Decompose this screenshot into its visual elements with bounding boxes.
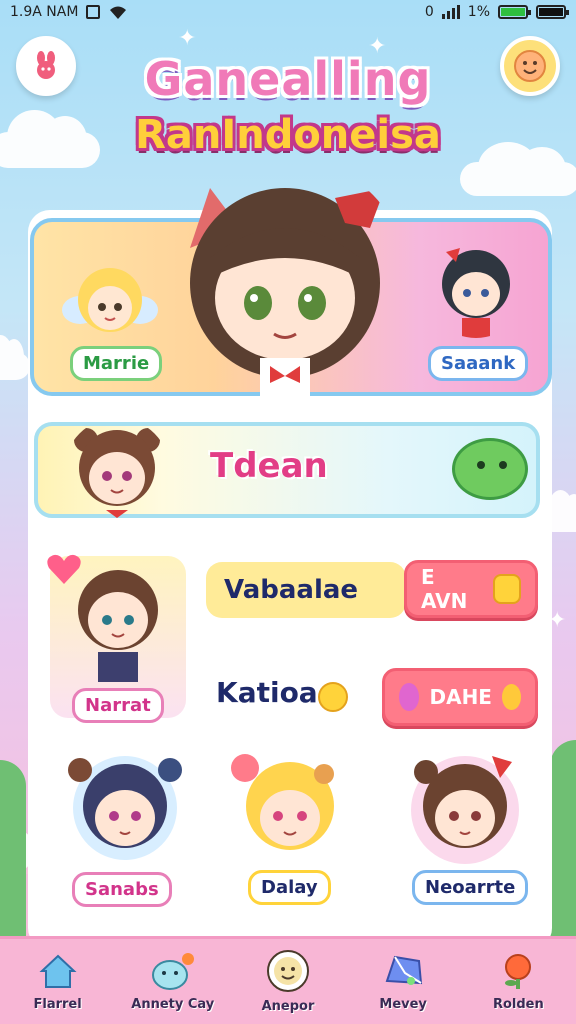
nav-label: Rolden [492, 997, 544, 1012]
home-icon [39, 954, 77, 988]
character-name-chip: Dalay [248, 870, 331, 905]
banner-title: Tdean [210, 446, 328, 486]
face-badge-icon [266, 950, 309, 992]
nav-item-pet[interactable]: Annety Cay [118, 951, 228, 1012]
main-character-avatar[interactable] [170, 168, 400, 398]
character-name-chip: Marrie [70, 346, 163, 381]
primary-action-button[interactable]: E AVN [404, 560, 538, 618]
green-hill-decoration [0, 760, 26, 936]
character-name-chip: Narrat [72, 688, 164, 723]
secondary-action-button[interactable]: DAHE [382, 668, 538, 726]
nav-item-face[interactable]: Anepor [233, 949, 343, 1014]
cloud-decoration [0, 335, 30, 380]
smile-badge-icon [318, 682, 348, 712]
map-pin-icon [505, 954, 532, 989]
nav-label: Annety Cay [131, 997, 215, 1012]
battery-icon-secondary [536, 5, 569, 19]
coin-icon [492, 574, 521, 604]
cloud-decoration [460, 141, 576, 196]
character-name-chip: Sanabs [72, 872, 172, 907]
bear-ear-character-avatar[interactable] [64, 418, 170, 524]
character-art [411, 756, 519, 864]
primary-action-label: E AVN [421, 565, 468, 613]
bottom-nav: Flarrel Annety Cay Anepor Mevey Rolden [0, 936, 576, 1024]
status-bar: 1.9A NAM 0 1% [0, 0, 576, 24]
nav-item-location[interactable]: Rolden [463, 951, 573, 1012]
nav-label: Anepor [261, 999, 315, 1014]
battery-percent: 1% [467, 4, 490, 20]
wifi-icon [110, 6, 127, 19]
character-art [68, 756, 182, 860]
nav-label: Mevey [379, 997, 427, 1012]
angel-character-avatar[interactable] [60, 250, 160, 350]
dark-hair-character-avatar[interactable] [426, 238, 526, 338]
character-art [231, 754, 334, 850]
nav-item-gem[interactable]: Mevey [348, 951, 458, 1012]
signal-icon [441, 5, 460, 19]
character-name-chip: Saaank [428, 346, 529, 381]
secondary-action-label: DAHE [429, 685, 492, 709]
character-art [78, 570, 158, 682]
app-title-line2: RanIndoneisa [135, 112, 441, 158]
nav-label: Flarrel [33, 997, 82, 1012]
battery-icon [498, 5, 531, 19]
notification-icon [86, 5, 101, 19]
pet-icon [151, 953, 194, 990]
status-time: 1.9A NAM [10, 4, 79, 20]
sparkle-icon: ✦ [178, 26, 197, 51]
green-hill-decoration [550, 740, 576, 936]
heart-icon [501, 684, 521, 710]
nav-item-home[interactable]: Flarrel [3, 951, 113, 1012]
heart-icon [399, 683, 420, 711]
app-title-line1: Ganealling [144, 52, 432, 106]
green-slime-icon [452, 438, 528, 500]
secondary-label: Katioa [216, 676, 318, 709]
info-pill: Vabaalae [206, 562, 406, 618]
character-name-chip: Neoarrte [412, 870, 529, 905]
alarm-indicator: 0 [424, 4, 434, 20]
gem-icon [385, 955, 423, 985]
